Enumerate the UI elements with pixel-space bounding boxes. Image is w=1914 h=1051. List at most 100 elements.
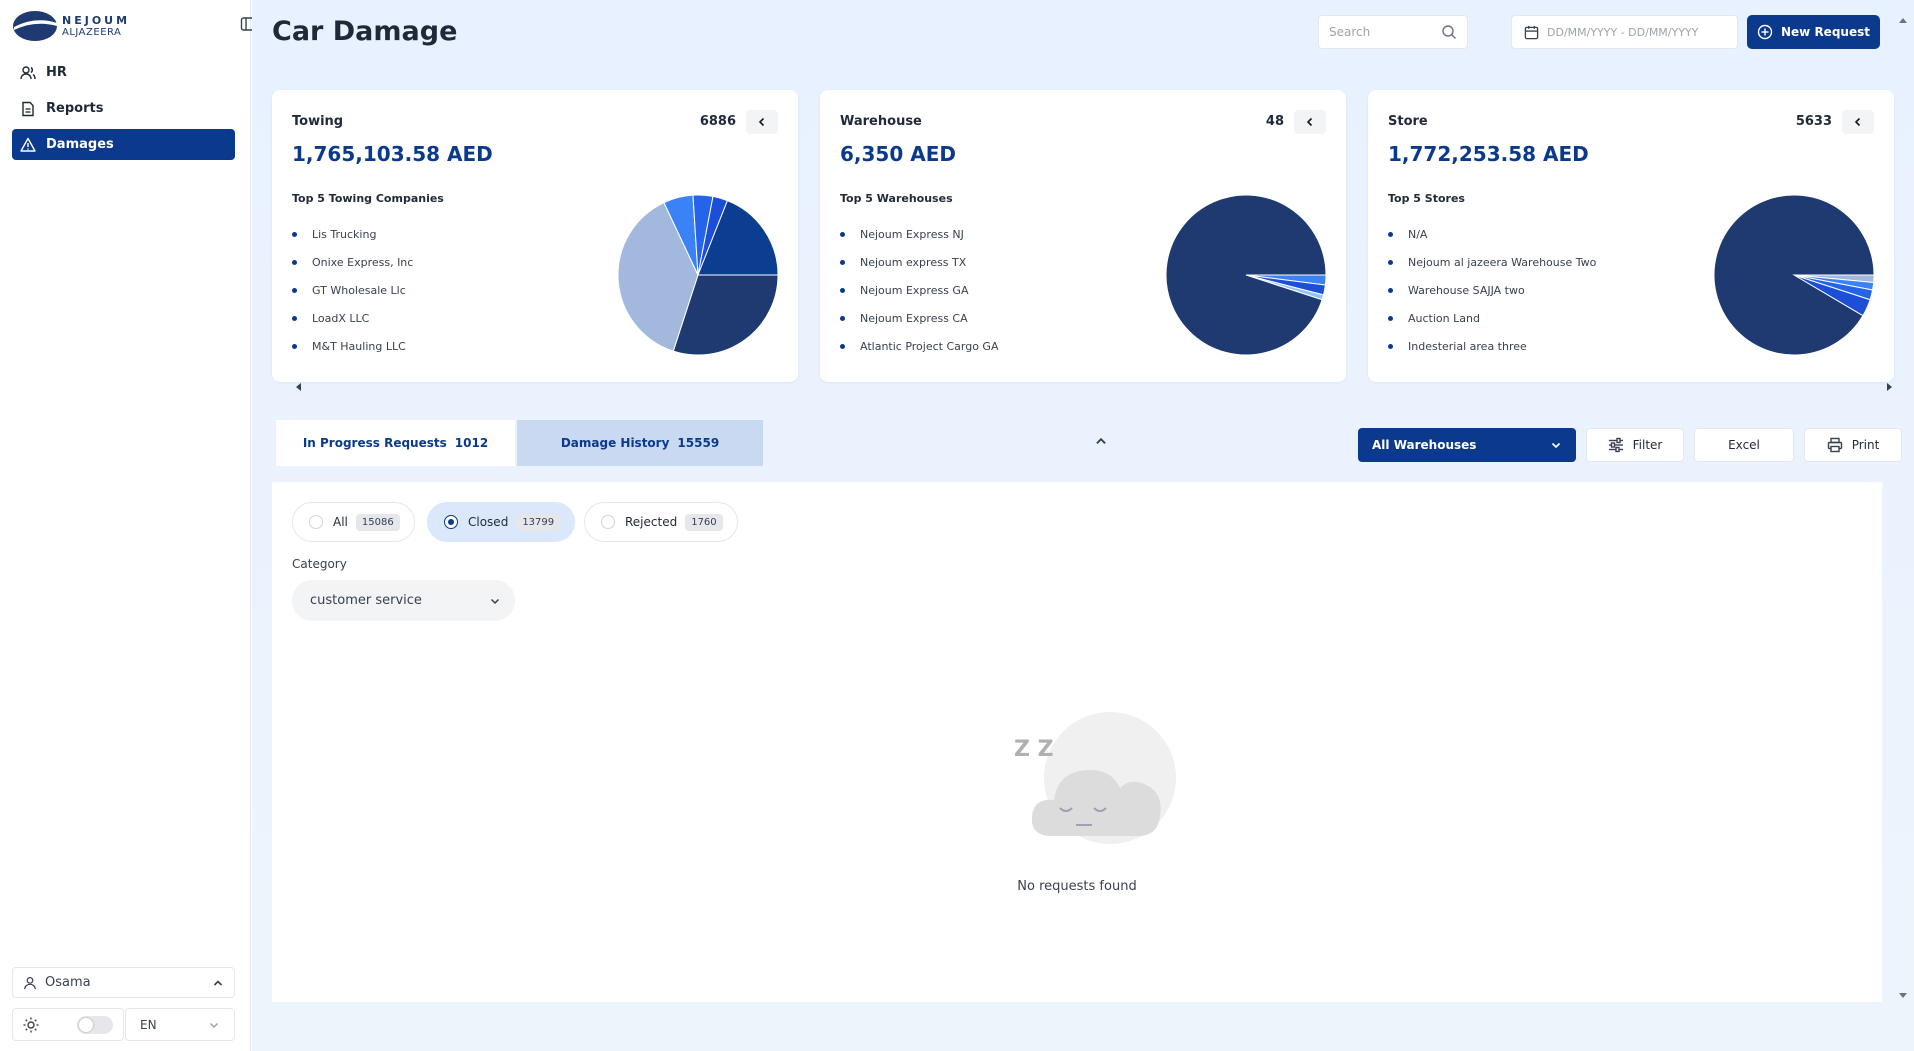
printer-icon [1827, 437, 1842, 453]
list-item: Nejoum Express CA [840, 304, 998, 332]
list-item: Warehouse SAJJA two [1388, 276, 1596, 304]
dark-mode-toggle[interactable] [77, 1015, 113, 1034]
tab-label: Damage History [560, 436, 670, 450]
chevron-down-icon [209, 1022, 219, 1028]
card-amount: 6,350 AED [840, 142, 956, 166]
category-label: Category [292, 557, 347, 571]
tab-label: In Progress Requests [302, 436, 447, 450]
pie-chart [618, 195, 778, 355]
card-subtitle: Top 5 Towing Companies [292, 192, 444, 205]
list-item: Lis Trucking [292, 220, 413, 248]
card-towing: Towing 6886 1,765,103.58 AED Top 5 Towin… [272, 90, 798, 382]
status-filter-closed[interactable]: Closed 13799 [427, 502, 576, 542]
status-filter-all[interactable]: All 15086 [292, 502, 415, 542]
pie-chart [1166, 195, 1326, 355]
radio-button[interactable] [444, 515, 458, 529]
list-item: LoadX LLC [292, 304, 413, 332]
card-store: Store 5633 1,772,253.58 AED Top 5 Stores… [1368, 90, 1894, 382]
top-list: Nejoum Express NJ Nejoum express TX Nejo… [840, 220, 998, 360]
list-item: M&T Hauling LLC [292, 332, 413, 360]
scroll-right-icon[interactable] [1884, 382, 1894, 392]
requests-panel: All 15086 Closed 13799 Rejected 1760 Cat… [272, 482, 1882, 1002]
chevron-up-icon[interactable] [1094, 434, 1108, 448]
tab-damage-history[interactable]: Damage History 15559 [517, 420, 763, 466]
status-count-badge: 1760 [685, 513, 723, 531]
print-button[interactable]: Print [1804, 428, 1902, 462]
card-subtitle: Top 5 Stores [1388, 192, 1465, 205]
tab-in-progress[interactable]: In Progress Requests 1012 [276, 420, 515, 466]
sleeping-cloud-icon: Z Z [1014, 712, 1176, 844]
list-item: GT Wholesale Llc [292, 276, 413, 304]
language-select[interactable]: EN [125, 1008, 235, 1041]
users-icon [20, 65, 36, 79]
chevron-left-icon [1854, 117, 1861, 127]
tabs-toolbar: In Progress Requests 1012 Damage History… [272, 420, 1902, 466]
search-icon[interactable] [1441, 24, 1457, 40]
sidebar-item-reports[interactable]: Reports [12, 93, 235, 124]
search-box[interactable] [1318, 15, 1468, 49]
sliders-icon [1608, 437, 1623, 453]
pie-chart [1714, 195, 1874, 355]
status-count-badge: 15086 [355, 513, 400, 531]
card-title: Towing [292, 114, 344, 129]
report-icon [22, 101, 34, 116]
radio-button[interactable] [601, 515, 615, 529]
category-select[interactable]: customer service [292, 580, 515, 621]
filter-button[interactable]: Filter [1586, 428, 1684, 462]
main-content: Car Damage DD/MM/YYYY - DD/MM/YYYY New R… [252, 0, 1914, 1051]
warning-icon [20, 137, 36, 152]
status-filter-rejected[interactable]: Rejected 1760 [584, 502, 738, 542]
chevron-left-icon [758, 117, 765, 127]
scroll-up-icon[interactable] [1898, 16, 1908, 26]
zz-text: Z Z [1014, 737, 1054, 762]
status-filter-label: All [333, 515, 348, 529]
sidebar: NEJOUM ALJAZEERA HR Reports Damages Osam… [0, 0, 256, 1051]
card-amount: 1,765,103.58 AED [292, 142, 493, 166]
sidebar-item-label: Damages [46, 137, 114, 152]
card-count: 5633 [1795, 114, 1832, 129]
list-item: Nejoum al jazeera Warehouse Two [1388, 248, 1596, 276]
excel-button[interactable]: Excel [1694, 428, 1794, 462]
date-range-placeholder: DD/MM/YYYY - DD/MM/YYYY [1547, 25, 1699, 39]
card-expand-button[interactable] [1842, 110, 1874, 134]
radio-button[interactable] [309, 515, 323, 529]
search-input[interactable] [1329, 25, 1439, 39]
pie-slice[interactable] [1714, 195, 1874, 355]
sidebar-item-label: Reports [46, 101, 104, 116]
scroll-left-icon[interactable] [294, 382, 304, 392]
brand-line1: NEJOUM [62, 13, 131, 27]
nejoum-logo-icon [13, 11, 57, 41]
card-title: Store [1388, 114, 1428, 129]
pie-slice[interactable] [1166, 195, 1326, 355]
brand-logo[interactable]: NEJOUM ALJAZEERA [12, 10, 132, 42]
list-item: Auction Land [1388, 304, 1596, 332]
card-title: Warehouse [840, 114, 922, 129]
list-item: Nejoum express TX [840, 248, 998, 276]
top-list: Lis Trucking Onixe Express, Inc GT Whole… [292, 220, 413, 360]
user-icon [24, 976, 36, 989]
empty-state-text: No requests found [1017, 879, 1137, 894]
card-warehouse: Warehouse 48 6,350 AED Top 5 Warehouses … [820, 90, 1346, 382]
sidebar-item-damages[interactable]: Damages [12, 129, 235, 160]
new-request-button[interactable]: New Request [1747, 15, 1880, 49]
sidebar-item-hr[interactable]: HR [12, 57, 235, 88]
warehouse-select[interactable]: All Warehouses [1358, 428, 1576, 462]
top-list: N/A Nejoum al jazeera Warehouse Two Ware… [1388, 220, 1596, 360]
language-value: EN [140, 1017, 157, 1032]
summary-cards: Towing 6886 1,765,103.58 AED Top 5 Towin… [272, 90, 1894, 397]
card-subtitle: Top 5 Warehouses [840, 192, 953, 205]
list-item: Nejoum Express NJ [840, 220, 998, 248]
calendar-icon [1524, 25, 1539, 39]
card-expand-button[interactable] [746, 110, 778, 134]
date-range-picker[interactable]: DD/MM/YYYY - DD/MM/YYYY [1511, 15, 1738, 49]
warehouse-select-value: All Warehouses [1372, 438, 1477, 452]
chevron-up-icon[interactable] [212, 977, 224, 989]
theme-switcher [12, 1008, 124, 1041]
card-expand-button[interactable] [1294, 110, 1326, 134]
tab-count: 1012 [454, 436, 489, 450]
card-count: 6886 [699, 114, 736, 129]
status-filter-label: Rejected [625, 515, 678, 529]
new-request-label: New Request [1781, 25, 1870, 39]
scroll-down-icon[interactable] [1898, 990, 1908, 1000]
user-menu[interactable]: Osama [12, 967, 235, 998]
